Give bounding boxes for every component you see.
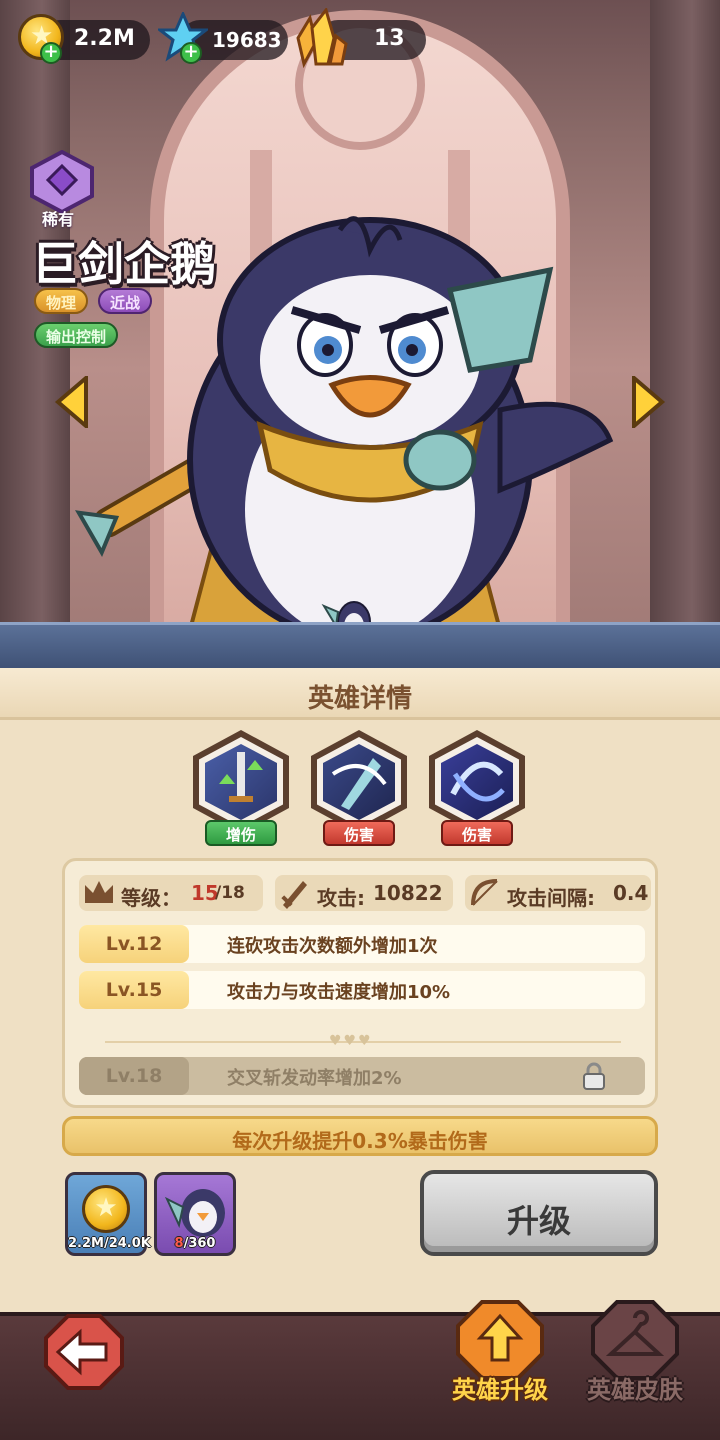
skill-slot-1[interactable]: 增伤 xyxy=(191,730,291,850)
divider-ornament: ♥♥♥ xyxy=(329,1033,373,1049)
upgrade-button[interactable]: 升级 xyxy=(420,1170,658,1256)
shard-need: /360 xyxy=(183,1236,216,1251)
skill-slot-2[interactable]: 伤害 xyxy=(309,730,409,850)
skill-tag: 增伤 xyxy=(205,820,277,846)
interval-label: 攻击间隔: xyxy=(507,886,595,910)
tab-hero-upgrade[interactable]: 英雄升级 xyxy=(440,1298,560,1408)
add-gold-icon[interactable]: + xyxy=(40,42,62,64)
perk-level: Lv.15 xyxy=(79,971,189,1009)
perk-text: 交叉斩发动率增加2% xyxy=(227,1068,402,1089)
level-stat: 等级： 15 /18 xyxy=(79,875,263,911)
crystal-amount: 13 xyxy=(374,26,405,51)
level-perk-row: Lv.12 连砍攻击次数额外增加1次 xyxy=(79,925,645,963)
skill-tag: 伤害 xyxy=(323,820,395,846)
stats-row: 等级： 15 /18 攻击: 10822 攻击间隔: 0.4 xyxy=(65,875,661,915)
attack-stat: 攻击: 10822 xyxy=(275,875,453,911)
tab-hero-skins[interactable]: 英雄皮肤 xyxy=(575,1298,695,1408)
upgrade-button-label: 升级 xyxy=(506,1202,571,1240)
attack-label: 攻击: xyxy=(317,886,365,910)
perk-level: Lv.18 xyxy=(79,1057,189,1095)
panel-title: 英雄详情 xyxy=(307,684,412,714)
tab-hero-upgrade-label: 英雄升级 xyxy=(452,1376,548,1404)
skill-slot-3[interactable]: 伤害 xyxy=(427,730,527,850)
sword-icon xyxy=(281,881,307,909)
rarity-label: 稀有 xyxy=(42,210,75,229)
previous-hero-arrow-icon[interactable] xyxy=(54,376,90,428)
perk-text: 连砍攻击次数额外增加1次 xyxy=(227,936,438,957)
level-perk-row-locked: Lv.18 交叉斩发动率增加2% xyxy=(79,1057,645,1095)
tab-hero-skins-label: 英雄皮肤 xyxy=(587,1376,683,1404)
shard-cost-card: 8/360 xyxy=(154,1172,236,1256)
tag-role: 输出控制 xyxy=(34,322,119,348)
back-arrow-icon[interactable] xyxy=(44,1314,124,1390)
lock-icon xyxy=(583,1062,605,1090)
gold-have: 2.2M xyxy=(68,1236,104,1251)
gem-amount: 19683 xyxy=(212,28,282,52)
rarity-badge-icon xyxy=(30,150,94,214)
level-perk-row: Lv.15 攻击力与攻击速度增加10% xyxy=(79,971,645,1009)
gold-cost-card: ★ 2.2M/24.0K xyxy=(65,1172,151,1256)
stats-box: 等级： 15 /18 攻击: 10822 攻击间隔: 0.4 Lv.12 连砍攻… xyxy=(62,858,658,1108)
hero-name: 巨剑企鹅 xyxy=(32,237,216,291)
shard-cost-text: 8/360 xyxy=(157,1236,233,1251)
skill-tag: 伤害 xyxy=(441,820,513,846)
gold-need: /24.0K xyxy=(103,1236,151,1251)
next-hero-arrow-icon[interactable] xyxy=(630,376,666,428)
left-pillar xyxy=(0,0,70,640)
add-gems-icon[interactable]: + xyxy=(180,42,202,64)
interval-value: 0.4 xyxy=(613,881,649,905)
upgrade-bonus-text: 每次升级提升0.3%暴击伤害 xyxy=(232,1129,488,1153)
crown-icon xyxy=(85,881,113,903)
level-label: 等级： xyxy=(121,886,181,910)
tag-physical: 物理 xyxy=(34,288,89,314)
attack-value: 10822 xyxy=(373,881,443,905)
tag-melee: 近战 xyxy=(98,288,153,314)
gold-cost-text: 2.2M/24.0K xyxy=(68,1236,151,1251)
panel-header: 英雄详情 xyxy=(0,668,720,720)
penguin-shard-icon xyxy=(164,1189,225,1237)
shard-have: 8 xyxy=(174,1236,184,1251)
attack-interval-stat: 攻击间隔: 0.4 xyxy=(465,875,651,911)
bow-icon xyxy=(471,879,498,906)
orange-crystal-icon xyxy=(296,8,348,68)
hero-pedestal-band xyxy=(0,622,720,670)
hero-details-panel: 英雄详情 增伤 伤害 伤害 等级： 15 /18 攻击: 10822 攻击间隔:… xyxy=(0,668,720,1313)
gold-coin-icon: ★ xyxy=(82,1185,130,1233)
gold-amount: 2.2M xyxy=(74,26,135,51)
upgrade-bonus-bar: 每次升级提升0.3%暴击伤害 xyxy=(62,1116,658,1156)
perk-text: 攻击力与攻击速度增加10% xyxy=(227,982,451,1003)
perk-level: Lv.12 xyxy=(79,925,189,963)
right-pillar xyxy=(650,0,720,640)
level-max: /18 xyxy=(215,883,245,903)
